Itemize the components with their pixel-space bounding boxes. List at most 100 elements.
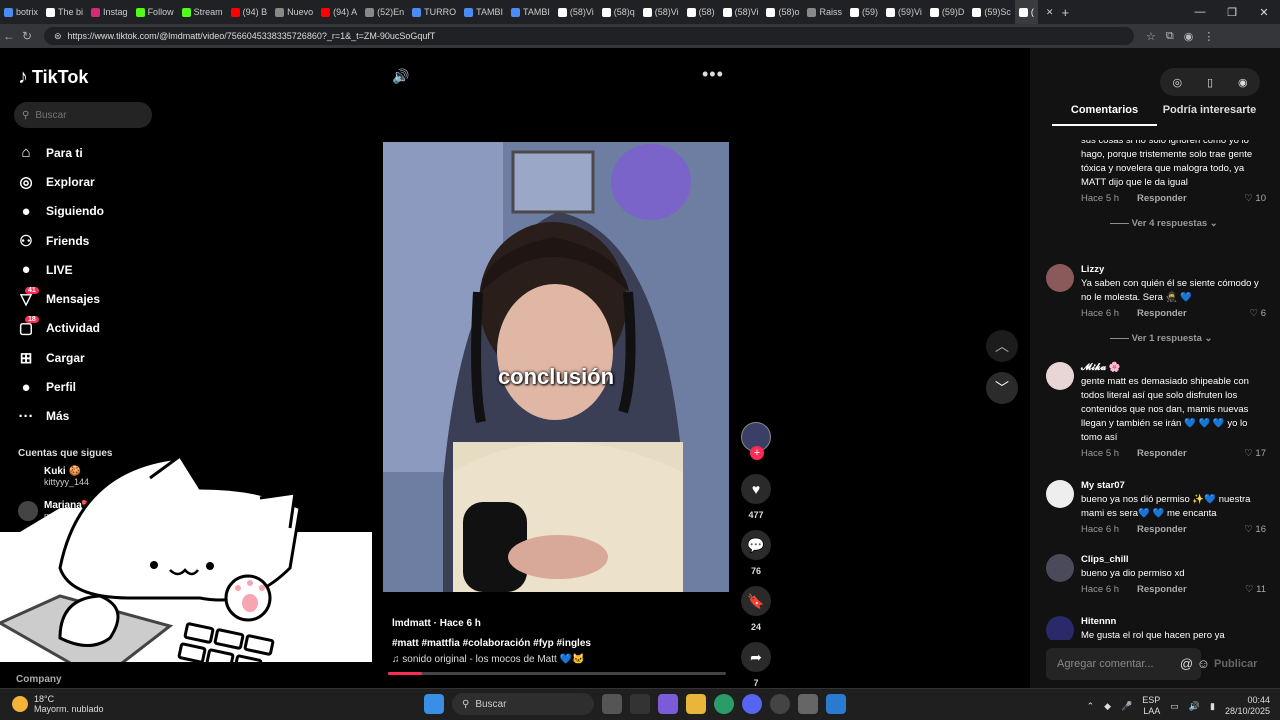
video-frame[interactable]: conclusión [383, 142, 729, 592]
creator-avatar[interactable]: + [741, 422, 771, 460]
sidebar-item-home[interactable]: ⌂ Para ti [16, 138, 216, 167]
battery-icon[interactable]: ▮ [1210, 701, 1215, 712]
back-icon[interactable]: ← [0, 29, 18, 43]
video-author[interactable]: lmdmatt · Hace 6 h [392, 618, 732, 629]
settings-icon[interactable] [798, 694, 818, 714]
comment-username[interactable]: 𝓜𝓲𝓴𝓪 🌸 [1081, 362, 1266, 373]
commenter-avatar[interactable] [1046, 362, 1074, 390]
browser-tab[interactable]: botrix [0, 0, 42, 24]
view-replies-button[interactable]: —— Ver 1 respuesta ⌄ [1081, 333, 1266, 344]
taskbar-search[interactable]: ⚲ Buscar [452, 693, 594, 715]
commenter-avatar[interactable] [1046, 264, 1074, 292]
video-progress-bar[interactable] [388, 672, 726, 675]
publish-button[interactable]: Publicar [1214, 658, 1257, 670]
browser-tab[interactable]: TAMBI [460, 0, 507, 24]
company-link[interactable]: Company [16, 674, 62, 685]
browser-tab[interactable]: (59) [846, 0, 882, 24]
store-icon[interactable] [630, 694, 650, 714]
device-icon[interactable]: ▯ [1207, 76, 1213, 89]
save-button[interactable]: 🔖 [741, 586, 771, 616]
comment-username[interactable]: Lizzy [1081, 264, 1266, 275]
sidebar-item-messages[interactable]: ▽ 41 Mensajes [16, 284, 216, 313]
video-hashtags[interactable]: #matt #mattfia #colaboración #fyp #ingle… [392, 638, 732, 649]
mic-icon[interactable]: 🎤 [1121, 701, 1132, 712]
browser-tab[interactable]: Nuevo [271, 0, 317, 24]
like-button[interactable]: ♥ [741, 474, 771, 504]
clock[interactable]: 00:44 28/10/2025 [1225, 695, 1270, 717]
close-window-icon[interactable]: ✕ [1248, 6, 1280, 19]
comment-like-button[interactable]: ♡ 17 [1244, 448, 1266, 459]
video-music[interactable]: ♫ sonido original - los mocos de Matt 💙🐱 [392, 654, 732, 665]
browser-tab[interactable]: The bi [42, 0, 87, 24]
mention-emoji-icons[interactable]: @ ☺ [1180, 656, 1210, 671]
sidebar-item-more[interactable]: ··· Más [16, 402, 216, 431]
task-view-icon[interactable] [602, 694, 622, 714]
comment-button[interactable]: 💬 [741, 530, 771, 560]
volume-icon[interactable]: 🔊 [392, 68, 409, 85]
chrome-icon[interactable] [770, 694, 790, 714]
language-indicator[interactable]: ESP LAA [1142, 695, 1160, 717]
comment-username[interactable]: Hitennn [1081, 616, 1266, 627]
comment-username[interactable]: My star07 [1081, 480, 1266, 491]
browser-tab[interactable]: Stream [178, 0, 227, 24]
browser-tab[interactable]: (59)D [926, 0, 969, 24]
menu-icon[interactable]: ⋮ [1203, 30, 1214, 43]
comment-like-button[interactable]: ♡ 16 [1244, 524, 1266, 535]
sidebar-item-upload[interactable]: ⊞ Cargar [16, 343, 216, 372]
browser-tab[interactable]: (58)o [762, 0, 803, 24]
reply-button[interactable]: Responder [1137, 308, 1187, 319]
comment-like-button[interactable]: ♡ 10 [1244, 193, 1266, 204]
browser-tab[interactable]: (94) A [317, 0, 361, 24]
sidebar-item-live[interactable]: ● LIVE [16, 255, 216, 284]
comment-username[interactable]: Clips_chill [1081, 554, 1266, 565]
tab-suggestions[interactable]: Podría interesarte [1157, 104, 1262, 126]
browser-tab[interactable]: Instag [87, 0, 132, 24]
extensions-icon[interactable]: ⧉ [1166, 30, 1174, 43]
share-button[interactable]: ➦ [741, 642, 771, 672]
edge-icon[interactable] [714, 694, 734, 714]
volume-icon[interactable]: 🔊 [1189, 701, 1200, 712]
sidebar-item-avatar[interactable]: ● Siguiendo [16, 197, 216, 226]
browser-tab[interactable]: (59)Sc [968, 0, 1015, 24]
tab-comments[interactable]: Comentarios [1052, 104, 1157, 126]
browser-tab[interactable]: Follow [132, 0, 178, 24]
restore-icon[interactable]: ❐ [1216, 6, 1248, 19]
reply-button[interactable]: Responder [1137, 193, 1187, 204]
commenter-avatar[interactable] [1046, 554, 1074, 582]
browser-tab[interactable]: (94) B [227, 0, 272, 24]
browser-tab[interactable]: TAMBI [507, 0, 554, 24]
browser-tab[interactable]: (52)En [361, 0, 408, 24]
app-icon[interactable] [826, 694, 846, 714]
tiktok-logo[interactable]: ♪ TikTok [18, 66, 88, 89]
commenter-avatar[interactable] [1046, 616, 1074, 640]
more-options-icon[interactable]: ••• [702, 64, 724, 85]
browser-tab[interactable]: TURRO [408, 0, 460, 24]
browser-tab[interactable]: (58)Vi [639, 0, 683, 24]
discord-icon[interactable] [742, 694, 762, 714]
browser-tab[interactable]: (58)Vi [719, 0, 763, 24]
profile-icon[interactable]: ◉ [1184, 30, 1194, 43]
view-replies-button[interactable]: —— Ver 4 respuestas ⌄ [1081, 218, 1266, 229]
comment-like-button[interactable]: ♡ 11 [1245, 584, 1266, 595]
search-box[interactable]: ⚲ [14, 102, 152, 128]
browser-tab[interactable]: (58)Vi [554, 0, 598, 24]
follow-plus-icon[interactable]: + [750, 446, 764, 460]
user-avatar[interactable]: ◉ [1238, 76, 1248, 89]
reply-button[interactable]: Responder [1137, 584, 1187, 595]
sidebar-item-profile[interactable]: ● Perfil [16, 372, 216, 401]
next-video-button[interactable]: ﹀ [986, 372, 1018, 404]
browser-tab[interactable]: ( [1014, 0, 1038, 24]
star-icon[interactable]: ☆ [1146, 30, 1156, 43]
browser-tab[interactable]: (59)Vi [882, 0, 926, 24]
sidebar-item-friends[interactable]: ⚇ Friends [16, 226, 216, 255]
new-tab-icon[interactable]: + [1061, 5, 1069, 20]
comment-like-button[interactable]: ♡ 6 [1250, 308, 1266, 319]
browser-tab[interactable]: Raiss [803, 0, 846, 24]
site-info-icon[interactable]: ⊜ [54, 31, 62, 42]
minimize-icon[interactable]: — [1184, 6, 1216, 18]
reply-button[interactable]: Responder [1137, 448, 1187, 459]
browser-tab[interactable]: (58)q [598, 0, 639, 24]
network-icon[interactable]: ◆ [1104, 701, 1111, 712]
chevron-up-icon[interactable]: ⌃ [1087, 701, 1095, 712]
browser-tab[interactable]: (58) [683, 0, 719, 24]
